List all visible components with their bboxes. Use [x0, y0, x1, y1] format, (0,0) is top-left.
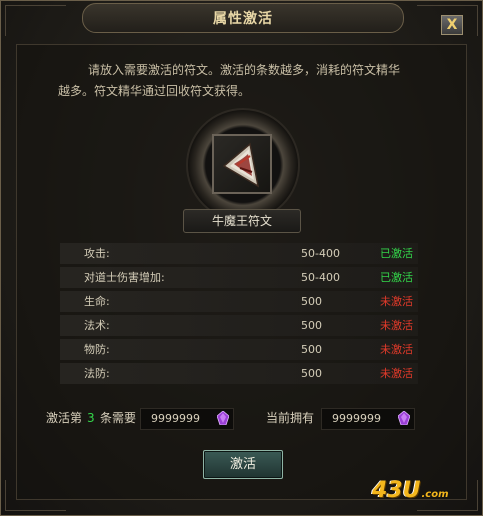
cost-suffix: 条需要	[100, 411, 137, 425]
attribute-list: 攻击: 50-400 已激活 对道士伤害增加: 50-400 已激活 生命: 500 未激活 法术…	[60, 243, 418, 387]
required-amount: 9999999	[151, 412, 200, 425]
window-title: 属性激活	[213, 11, 273, 27]
instructions-line: 越多。符文精华通过回收符文获得。	[58, 84, 251, 98]
required-amount-box: 9999999	[140, 408, 234, 430]
attribute-status: 已激活	[380, 247, 413, 260]
rune-name: 牛魔王符文	[183, 209, 301, 233]
attribute-status: 未激活	[380, 343, 413, 356]
close-icon: X	[446, 17, 458, 33]
attribute-name: 生命:	[84, 295, 110, 308]
attribute-name: 攻击:	[84, 247, 110, 260]
owned-amount: 9999999	[332, 412, 381, 425]
watermark-suffix: .com	[421, 489, 449, 500]
attribute-row: 攻击: 50-400 已激活	[60, 243, 418, 264]
attribute-value: 500	[301, 367, 322, 380]
attribute-row: 生命: 500 未激活	[60, 291, 418, 312]
close-button[interactable]: X	[441, 15, 463, 35]
instructions: 请放入需要激活的符文。激活的条数越多，消耗的符文精华 越多。符文精华通过回收符文…	[58, 60, 438, 102]
purple-gem-icon	[217, 411, 229, 425]
attribute-row: 法术: 500 未激活	[60, 315, 418, 336]
attribute-value: 50-400	[301, 271, 340, 284]
frame-corner	[5, 5, 66, 36]
attribute-name: 法术:	[84, 319, 110, 332]
purple-gem-icon	[398, 411, 410, 425]
triangle-rune-icon	[222, 142, 260, 188]
watermark-number: 43U	[372, 478, 421, 503]
attribute-row: 对道士伤害增加: 50-400 已激活	[60, 267, 418, 288]
attribute-status: 未激活	[380, 367, 413, 380]
cost-prefix: 激活第	[46, 411, 83, 425]
title-bar: 属性激活	[82, 3, 404, 33]
attribute-status: 未激活	[380, 295, 413, 308]
attribute-value: 50-400	[301, 247, 340, 260]
attribute-status: 已激活	[380, 271, 413, 284]
cost-row: 激活第 3 条需要 9999999 当前拥有 9999999	[46, 408, 426, 430]
attribute-name: 物防:	[84, 343, 110, 356]
attribute-row: 法防: 500 未激活	[60, 363, 418, 384]
cost-index: 3	[87, 411, 95, 425]
instructions-line: 请放入需要激活的符文。激活的条数越多，消耗的符文精华	[88, 63, 401, 77]
attribute-name: 法防:	[84, 367, 110, 380]
attribute-status: 未激活	[380, 319, 413, 332]
rune-slot[interactable]	[212, 134, 272, 194]
attribute-row: 物防: 500 未激活	[60, 339, 418, 360]
attribute-value: 500	[301, 343, 322, 356]
owned-label: 当前拥有	[266, 411, 315, 425]
activate-button[interactable]: 激活	[203, 450, 283, 479]
watermark-logo: 43U .com	[372, 478, 449, 508]
attribute-value: 500	[301, 295, 322, 308]
attribute-name: 对道士伤害增加:	[84, 271, 165, 284]
attribute-value: 500	[301, 319, 322, 332]
owned-amount-box: 9999999	[321, 408, 415, 430]
